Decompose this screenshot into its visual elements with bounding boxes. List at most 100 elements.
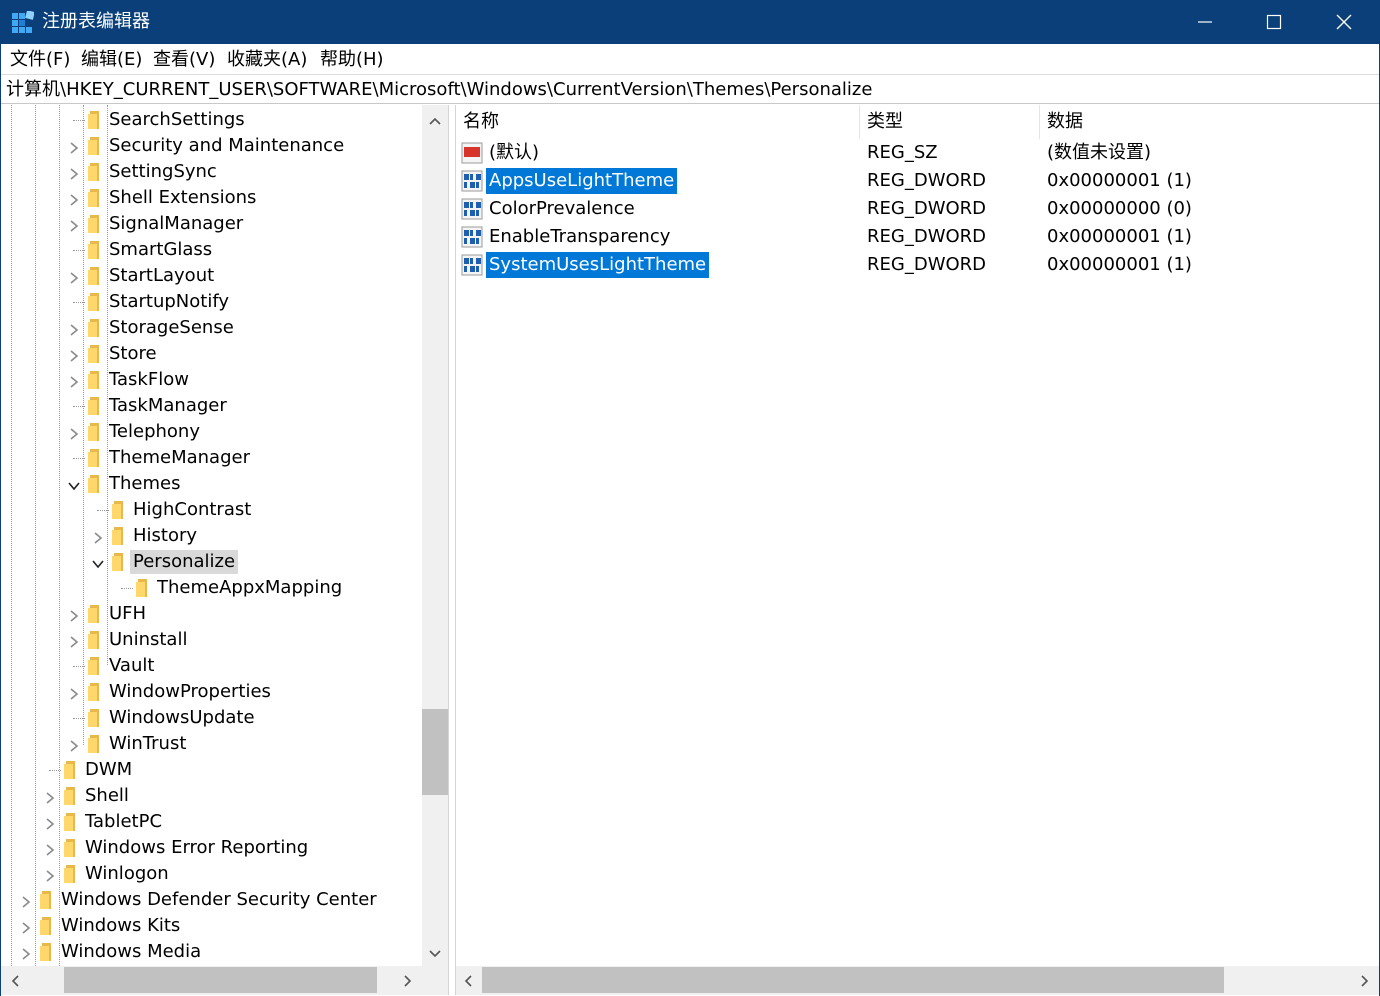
chevron-right-icon[interactable]: [67, 685, 81, 700]
tree-item-label[interactable]: StartLayout: [106, 264, 217, 288]
chevron-right-icon[interactable]: [67, 737, 81, 752]
scroll-up-button[interactable]: [422, 109, 448, 135]
tree-item[interactable]: Telephony: [1, 419, 422, 445]
chevron-right-icon[interactable]: [67, 321, 81, 336]
value-name[interactable]: (默认): [486, 140, 542, 166]
column-header-name[interactable]: 名称: [463, 110, 499, 134]
tree-item[interactable]: Personalize: [1, 549, 422, 575]
tree-item-label[interactable]: DWM: [82, 758, 135, 782]
tree-item[interactable]: SignalManager: [1, 211, 422, 237]
tree-item-label[interactable]: WindowsUpdate: [106, 706, 258, 730]
minimize-button[interactable]: [1170, 0, 1240, 44]
tree-item[interactable]: Windows Kits: [1, 913, 422, 939]
chevron-right-icon[interactable]: [67, 347, 81, 362]
tree-item[interactable]: StartupNotify: [1, 289, 422, 315]
key-tree-pane[interactable]: SearchSettings Security and Maintenance Se…: [1, 105, 448, 995]
tree-item-label[interactable]: Security and Maintenance: [106, 134, 347, 158]
value-row[interactable]: SystemUsesLightTheme REG_DWORD 0x00000001 …: [456, 251, 1379, 279]
tree-item[interactable]: Uninstall: [1, 627, 422, 653]
scroll-right-button[interactable]: [394, 968, 420, 994]
tree-item-label[interactable]: TabletPC: [82, 810, 165, 834]
tree-item-label[interactable]: StorageSense: [106, 316, 237, 340]
address-path[interactable]: 计算机\HKEY_CURRENT_USER\SOFTWARE\Microsoft…: [6, 78, 872, 102]
tree-item-label[interactable]: Themes: [106, 472, 183, 496]
tree-item[interactable]: History: [1, 523, 422, 549]
chevron-right-icon[interactable]: [67, 217, 81, 232]
maximize-button[interactable]: [1239, 0, 1309, 44]
tree-vertical-scroll-thumb[interactable]: [422, 709, 448, 795]
tree-item[interactable]: WindowProperties: [1, 679, 422, 705]
value-row[interactable]: (默认) REG_SZ (数值未设置): [456, 139, 1379, 167]
chevron-right-icon[interactable]: [67, 191, 81, 206]
tree-item-label[interactable]: TaskManager: [106, 394, 230, 418]
tree-item-label[interactable]: UFH: [106, 602, 149, 626]
tree-item[interactable]: Shell Extensions: [1, 185, 422, 211]
values-list-pane[interactable]: 名称 类型 数据 (默认) REG_SZ (数值未设置) AppsUseLightTh…: [456, 105, 1379, 995]
chevron-right-icon[interactable]: [19, 893, 33, 908]
chevron-right-icon[interactable]: [19, 919, 33, 934]
scroll-down-button[interactable]: [422, 940, 448, 966]
tree-item-label[interactable]: Shell: [82, 784, 132, 808]
chevron-right-icon[interactable]: [67, 425, 81, 440]
chevron-right-icon[interactable]: [43, 867, 57, 882]
chevron-down-icon[interactable]: [67, 477, 81, 491]
tree-item[interactable]: StartLayout: [1, 263, 422, 289]
chevron-right-icon[interactable]: [43, 815, 57, 830]
chevron-right-icon[interactable]: [67, 373, 81, 388]
tree-item[interactable]: SmartGlass: [1, 237, 422, 263]
tree-item[interactable]: TabletPC: [1, 809, 422, 835]
scroll-right-button[interactable]: [1351, 968, 1377, 994]
chevron-right-icon[interactable]: [43, 841, 57, 856]
column-divider[interactable]: [1039, 105, 1040, 139]
menu-edit[interactable]: 编辑(E): [78, 48, 145, 72]
tree-item-label[interactable]: History: [130, 524, 200, 548]
chevron-right-icon[interactable]: [67, 269, 81, 284]
tree-item-label[interactable]: Windows Media: [58, 940, 204, 964]
tree-item[interactable]: Vault: [1, 653, 422, 679]
value-row[interactable]: ColorPrevalence REG_DWORD 0x00000000 (0): [456, 195, 1379, 223]
chevron-right-icon[interactable]: [67, 633, 81, 648]
tree-item[interactable]: TaskManager: [1, 393, 422, 419]
tree-item-label[interactable]: StartupNotify: [106, 290, 232, 314]
close-button[interactable]: [1309, 0, 1379, 44]
tree-item-label[interactable]: Uninstall: [106, 628, 190, 652]
scroll-left-button[interactable]: [3, 968, 29, 994]
chevron-right-icon[interactable]: [67, 607, 81, 622]
menu-file[interactable]: 文件(F): [7, 48, 73, 72]
tree-item-label[interactable]: SearchSettings: [106, 108, 248, 132]
chevron-right-icon[interactable]: [67, 165, 81, 180]
tree-item[interactable]: StorageSense: [1, 315, 422, 341]
tree-item[interactable]: Security and Maintenance: [1, 133, 422, 159]
tree-item[interactable]: SettingSync: [1, 159, 422, 185]
value-row[interactable]: EnableTransparency REG_DWORD 0x00000001 (1…: [456, 223, 1379, 251]
value-name[interactable]: EnableTransparency: [486, 224, 673, 250]
tree-item-label[interactable]: SmartGlass: [106, 238, 215, 262]
chevron-right-icon[interactable]: [19, 945, 33, 960]
tree-item-label[interactable]: ThemeManager: [106, 446, 253, 470]
tree-item[interactable]: ThemeAppxMapping: [1, 575, 422, 601]
tree-item-label[interactable]: TaskFlow: [106, 368, 192, 392]
tree-item-label[interactable]: WinTrust: [106, 732, 189, 756]
chevron-down-icon[interactable]: [91, 555, 105, 569]
value-name[interactable]: SystemUsesLightTheme: [486, 252, 710, 278]
tree-item-label[interactable]: Vault: [106, 654, 157, 678]
tree-item[interactable]: UFH: [1, 601, 422, 627]
tree-item-label[interactable]: SettingSync: [106, 160, 220, 184]
tree-item[interactable]: DWM: [1, 757, 422, 783]
tree-item[interactable]: Themes: [1, 471, 422, 497]
tree-item[interactable]: ThemeManager: [1, 445, 422, 471]
menu-favorites[interactable]: 收藏夹(A): [224, 48, 310, 72]
tree-item[interactable]: WinTrust: [1, 731, 422, 757]
tree-item[interactable]: Winlogon: [1, 861, 422, 887]
tree-item-label[interactable]: WindowProperties: [106, 680, 274, 704]
tree-item-label[interactable]: Winlogon: [82, 862, 172, 886]
tree-item[interactable]: Windows Error Reporting: [1, 835, 422, 861]
tree-item[interactable]: Shell: [1, 783, 422, 809]
tree-item[interactable]: Windows Defender Security Center: [1, 887, 422, 913]
tree-item-label[interactable]: Telephony: [106, 420, 203, 444]
menu-help[interactable]: 帮助(H): [317, 48, 387, 72]
list-horizontal-scrollbar[interactable]: [456, 966, 1379, 995]
column-header-data[interactable]: 数据: [1047, 110, 1083, 134]
tree-item[interactable]: SearchSettings: [1, 107, 422, 133]
title-bar[interactable]: 注册表编辑器: [0, 0, 1380, 44]
